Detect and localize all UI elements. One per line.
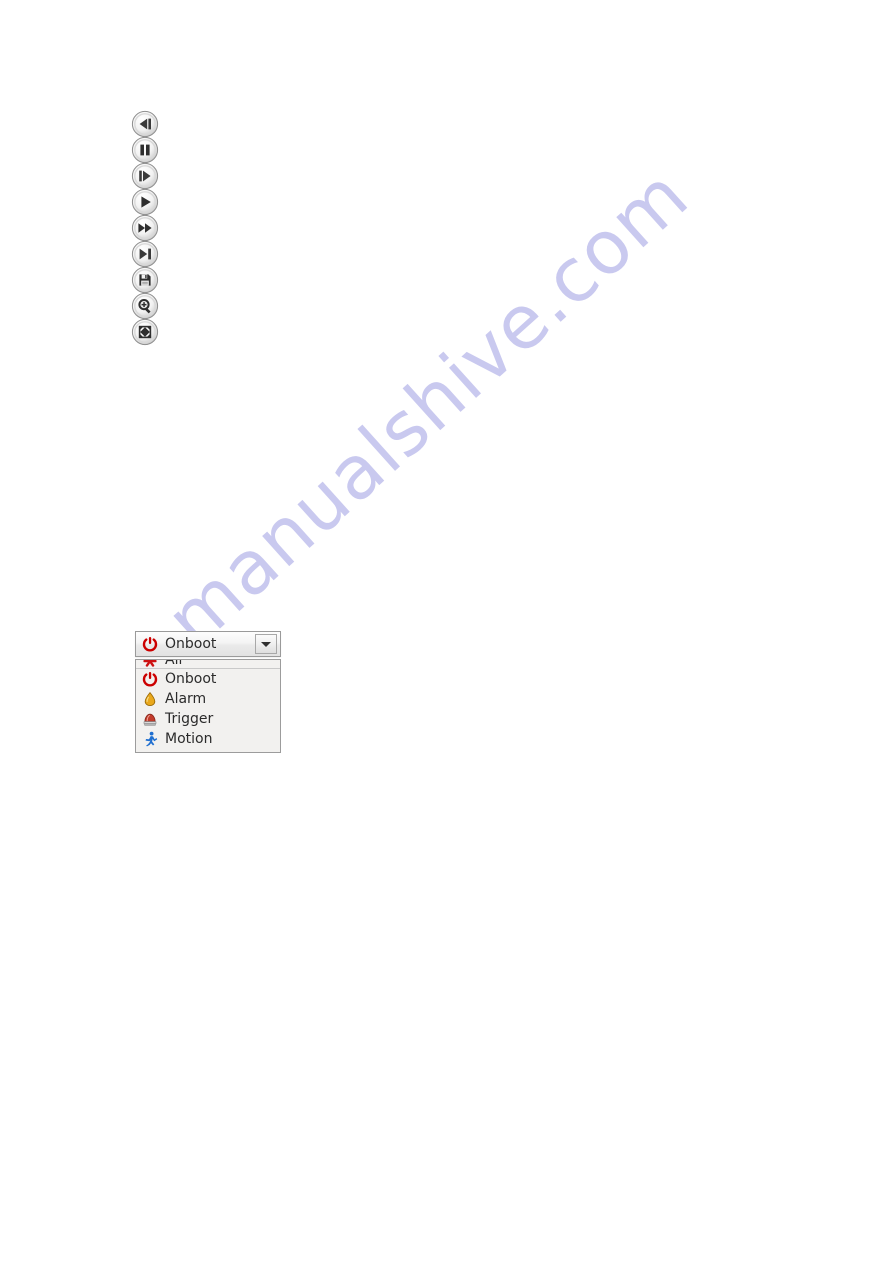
option-alarm-label: Alarm <box>165 691 207 707</box>
zoom-in-icon[interactable] <box>131 292 159 320</box>
siren-icon <box>142 711 158 727</box>
asterisk-icon <box>142 660 158 668</box>
play-icon[interactable] <box>131 188 159 216</box>
option-onboot-label: Onboot <box>165 671 217 687</box>
record-type-options-list[interactable]: All Onboot Alarm Trigger Motion <box>135 659 281 753</box>
next-frame-icon[interactable] <box>131 240 159 268</box>
option-alarm[interactable]: Alarm <box>136 689 280 709</box>
watermark-text: manualshive.com <box>150 152 705 664</box>
option-trigger[interactable]: Trigger <box>136 709 280 729</box>
slow-play-forward-icon[interactable] <box>131 162 159 190</box>
option-motion-label: Motion <box>165 731 213 747</box>
fast-forward-icon[interactable] <box>131 214 159 242</box>
option-all-label: All <box>165 659 183 668</box>
option-all[interactable]: All <box>136 659 280 668</box>
option-motion[interactable]: Motion <box>136 729 280 749</box>
running-person-icon <box>142 731 158 747</box>
chevron-down-icon[interactable] <box>255 634 277 654</box>
record-type-selected-label: Onboot <box>165 636 217 652</box>
save-icon[interactable] <box>131 266 159 294</box>
bell-icon <box>142 691 158 707</box>
option-trigger-label: Trigger <box>165 711 214 727</box>
record-type-combo-box[interactable]: Onboot <box>135 631 281 657</box>
playback-control-buttons <box>131 110 171 346</box>
option-onboot[interactable]: Onboot <box>136 669 280 689</box>
pause-icon[interactable] <box>131 136 159 164</box>
slow-play-backward-icon[interactable] <box>131 110 159 138</box>
fullscreen-icon[interactable] <box>131 318 159 346</box>
power-icon <box>142 636 158 652</box>
power-icon <box>142 671 158 687</box>
